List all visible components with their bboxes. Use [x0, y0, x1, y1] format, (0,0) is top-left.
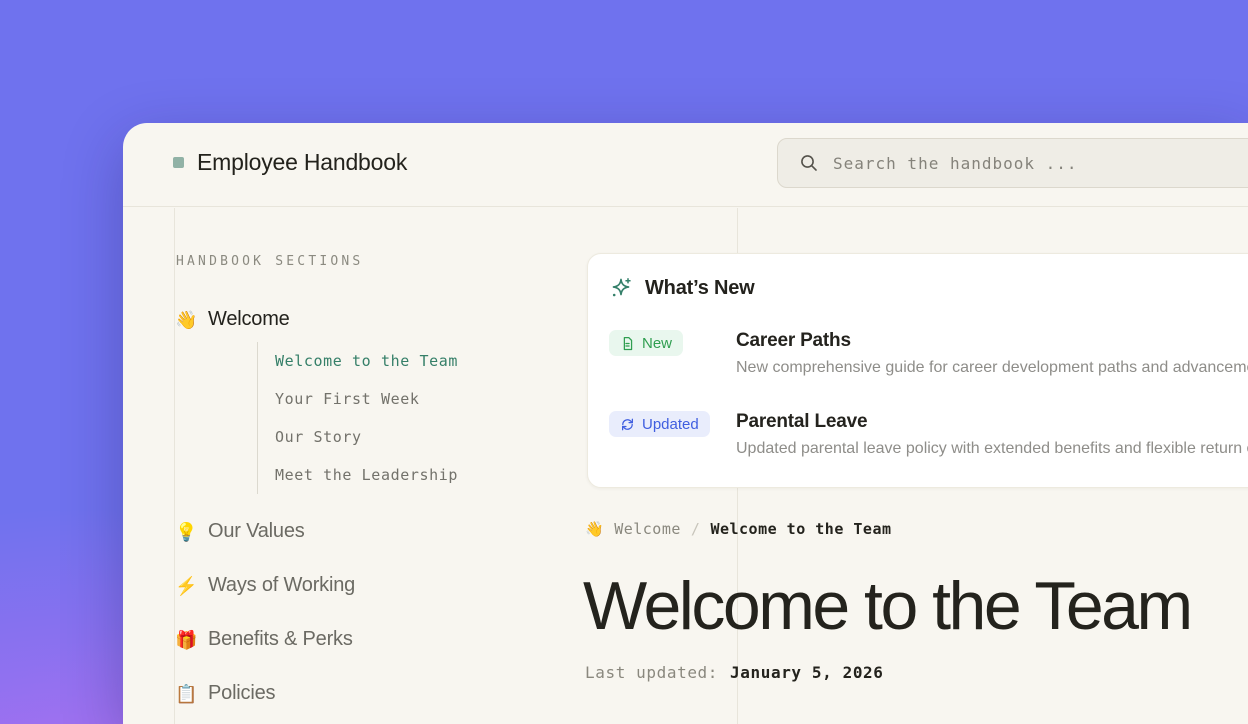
app-header: Employee Handbook — [123, 123, 1248, 207]
badge-column: Updated — [609, 411, 736, 437]
whats-new-header: What’s New — [609, 276, 755, 300]
item-text: Career Paths New comprehensive guide for… — [736, 330, 1248, 377]
item-text: Parental Leave Updated parental leave po… — [736, 411, 1248, 458]
search-input[interactable] — [833, 154, 1248, 173]
wave-icon: 👋 — [175, 311, 197, 329]
new-badge: New — [609, 330, 683, 356]
gift-icon: 🎁 — [175, 631, 197, 649]
last-updated-value: January 5, 2026 — [730, 663, 884, 682]
whats-new-card: What’s New New Career Paths New comprehe… — [587, 253, 1248, 488]
last-updated-label: Last updated: — [585, 663, 718, 682]
sparkle-icon — [609, 276, 633, 300]
sub-item-welcome-to-the-team[interactable]: Welcome to the Team — [275, 342, 458, 380]
sidebar-item-our-values[interactable]: 💡 Our Values — [175, 520, 305, 543]
search-icon — [800, 154, 818, 172]
sidebar-item-policies[interactable]: 📋 Policies — [175, 682, 275, 705]
refresh-icon — [620, 417, 635, 432]
sidebar-section-label: HANDBOOK SECTIONS — [176, 254, 363, 269]
search-box[interactable] — [777, 138, 1248, 188]
sidebar-item-ways-of-working[interactable]: ⚡ Ways of Working — [175, 574, 355, 597]
page-title: Welcome to the Team — [583, 572, 1191, 640]
sidebar-item-welcome[interactable]: 👋 Welcome — [175, 308, 290, 331]
breadcrumb-parent[interactable]: Welcome — [614, 520, 681, 538]
breadcrumb: 👋 Welcome / Welcome to the Team — [585, 520, 892, 538]
sub-item-your-first-week[interactable]: Your First Week — [275, 380, 458, 418]
badge-label: New — [642, 335, 672, 352]
sidebar-item-label: Benefits & Perks — [208, 628, 353, 651]
item-title: Parental Leave — [736, 411, 1248, 433]
item-description: New comprehensive guide for career devel… — [736, 359, 1248, 377]
desktop-background: Employee Handbook HANDBOOK SECTIONS 👋 We… — [0, 0, 1248, 724]
sub-item-our-story[interactable]: Our Story — [275, 418, 458, 456]
lightbulb-icon: 💡 — [175, 523, 197, 541]
updated-badge: Updated — [609, 411, 710, 437]
sidebar-item-label: Welcome — [208, 308, 290, 331]
breadcrumb-current: Welcome to the Team — [710, 520, 891, 538]
whats-new-item-career-paths[interactable]: New Career Paths New comprehensive guide… — [609, 330, 1248, 377]
whats-new-item-parental-leave[interactable]: Updated Parental Leave Updated parental … — [609, 411, 1248, 458]
welcome-sub-list: Welcome to the Team Your First Week Our … — [257, 342, 458, 494]
sidebar-item-label: Our Values — [208, 520, 305, 543]
item-description: Updated parental leave policy with exten… — [736, 440, 1248, 458]
item-title: Career Paths — [736, 330, 1248, 352]
app-brand[interactable]: Employee Handbook — [173, 149, 407, 176]
sidebar-item-benefits-perks[interactable]: 🎁 Benefits & Perks — [175, 628, 353, 651]
app-title: Employee Handbook — [197, 149, 407, 176]
breadcrumb-separator: / — [691, 520, 701, 538]
last-updated: Last updated: January 5, 2026 — [585, 663, 884, 682]
sub-item-meet-the-leadership[interactable]: Meet the Leadership — [275, 456, 458, 494]
lightning-icon: ⚡ — [175, 577, 197, 595]
whats-new-title: What’s New — [645, 277, 755, 300]
wave-icon: 👋 — [585, 520, 604, 538]
badge-column: New — [609, 330, 736, 356]
sidebar-item-label: Policies — [208, 682, 275, 705]
clipboard-icon: 📋 — [175, 685, 197, 703]
handbook-window: Employee Handbook HANDBOOK SECTIONS 👋 We… — [123, 123, 1248, 724]
badge-label: Updated — [642, 416, 699, 433]
document-icon — [620, 336, 635, 351]
sidebar-item-label: Ways of Working — [208, 574, 355, 597]
brand-square-icon — [173, 157, 184, 168]
